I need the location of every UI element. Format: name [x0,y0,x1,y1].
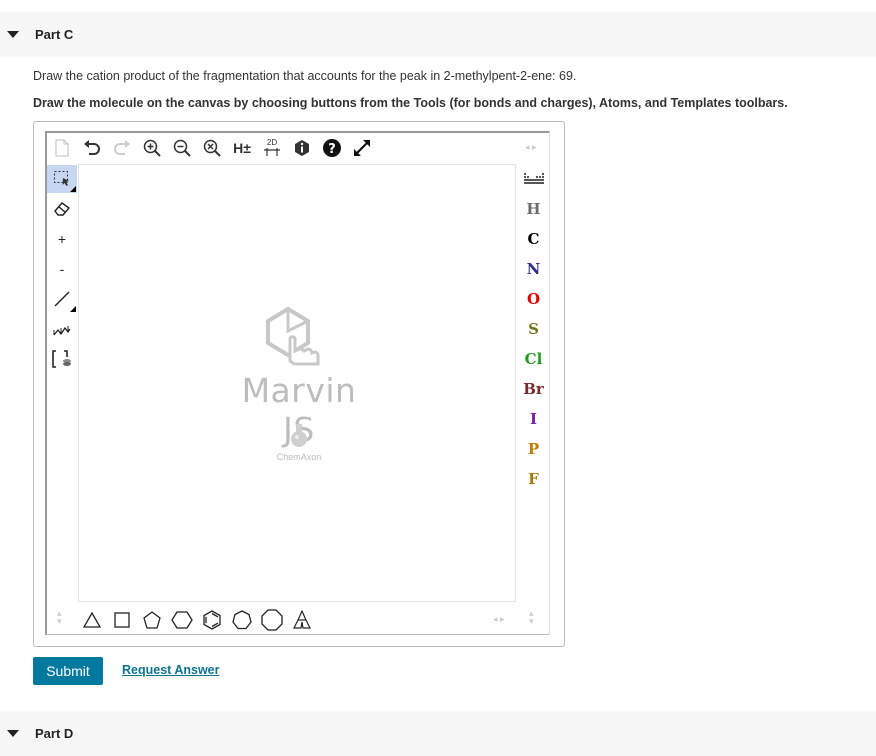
question-instruction: Draw the molecule on the canvas by choos… [33,96,788,110]
atom-label: F [528,470,539,488]
cyclooctane-template[interactable] [259,608,285,632]
top-toolbar: H± 2D ? ◂ ▸ [47,133,550,163]
fullscreen-icon[interactable] [351,137,373,159]
part-c-title: Part C [35,27,74,42]
rectangle-select-tool[interactable] [47,165,77,193]
request-answer-link[interactable]: Request Answer [122,663,219,677]
caret-down-icon[interactable] [7,31,19,38]
atom-label: O [526,290,541,308]
cyclobutane-template[interactable] [109,608,135,632]
atom-label: Cl [524,350,543,368]
bicyclic-template[interactable] [289,608,315,632]
atom-p-button[interactable]: P [517,435,550,463]
marvin-editor-frame: H± 2D ? ◂ ▸ + - Marvin ChemAxon H C N O … [33,121,565,647]
atom-label: I [529,410,538,428]
negative-charge-tool[interactable]: - [47,255,77,283]
marvin-editor: H± 2D ? ◂ ▸ + - Marvin ChemAxon H C N O … [45,131,550,635]
template-scroll-arrows-icon[interactable]: ◂ ▸ [493,614,505,625]
atom-f-button[interactable]: F [517,465,550,493]
atom-label: N [526,260,541,278]
question-prompt: Draw the cation product of the fragmenta… [33,69,577,83]
atom-h-button[interactable]: H [517,195,550,223]
atom-label: H [526,200,541,218]
atom-c-button[interactable]: C [517,225,550,253]
eraser-tool[interactable] [47,195,77,223]
svg-text:?: ? [328,142,336,157]
benzene-template[interactable] [199,608,225,632]
atom-label: C [527,230,540,248]
zoom-out-icon[interactable] [171,137,193,159]
atoms-toolbar: H C N O S Cl Br I P F [517,163,550,603]
cyclopentane-template[interactable] [139,608,165,632]
submenu-indicator-icon [70,306,76,312]
undo-icon[interactable] [81,137,103,159]
cyclopropane-template[interactable] [79,608,105,632]
part-d-title: Part D [35,726,74,741]
toolbar-scroll-arrows-icon[interactable]: ◂ ▸ [525,142,537,153]
atom-label: Br [523,380,544,398]
atom-label: S [528,320,539,338]
redo-icon[interactable] [111,137,133,159]
info-icon[interactable] [291,137,313,159]
marvin-logo: Marvin JS ChemAxon [229,305,369,475]
caret-down-icon[interactable] [7,730,19,737]
positive-charge-tool[interactable]: + [47,225,77,253]
scroll-up-down-icon[interactable]: ▴ ▾ [57,609,62,626]
part-c-header[interactable]: Part C [0,12,876,57]
zoom-in-icon[interactable] [141,137,163,159]
chemaxon-text: ChemAxon [276,452,322,462]
new-document-icon[interactable] [51,137,73,159]
atom-o-button[interactable]: O [517,285,550,313]
clean-2d-label: 2D [266,138,278,147]
cyclohexane-template[interactable] [169,608,195,632]
drawing-canvas[interactable]: Marvin JS ChemAxon [78,164,516,602]
chain-tool[interactable] [47,315,77,343]
scroll-up-down-icon[interactable]: ▴ ▾ [529,609,534,626]
submit-button[interactable]: Submit [33,657,103,685]
atom-i-button[interactable]: I [517,405,550,433]
cycloheptane-template[interactable] [229,608,255,632]
atom-s-button[interactable]: S [517,315,550,343]
hydrogen-toggle-button[interactable]: H± [231,137,253,159]
chemaxon-flask-icon [291,424,307,447]
atom-n-button[interactable]: N [517,255,550,283]
single-bond-tool[interactable] [47,285,77,313]
tools-toolbar: + - [47,163,77,571]
periodic-table-icon[interactable] [517,165,550,193]
atom-br-button[interactable]: Br [517,375,550,403]
help-icon[interactable]: ? [321,137,343,159]
atom-cl-button[interactable]: Cl [517,345,550,373]
part-d-header[interactable]: Part D [0,711,876,756]
templates-toolbar: ▴ ▾ ◂ ▸ ▴ ▾ [47,605,550,635]
zoom-fit-icon[interactable] [201,137,223,159]
marvin-logo-icon [266,306,320,366]
submenu-indicator-icon [70,186,76,192]
bracket-sgroup-tool[interactable] [47,345,77,373]
atom-label: P [527,440,540,458]
clean-2d-button[interactable]: 2D [261,137,283,159]
